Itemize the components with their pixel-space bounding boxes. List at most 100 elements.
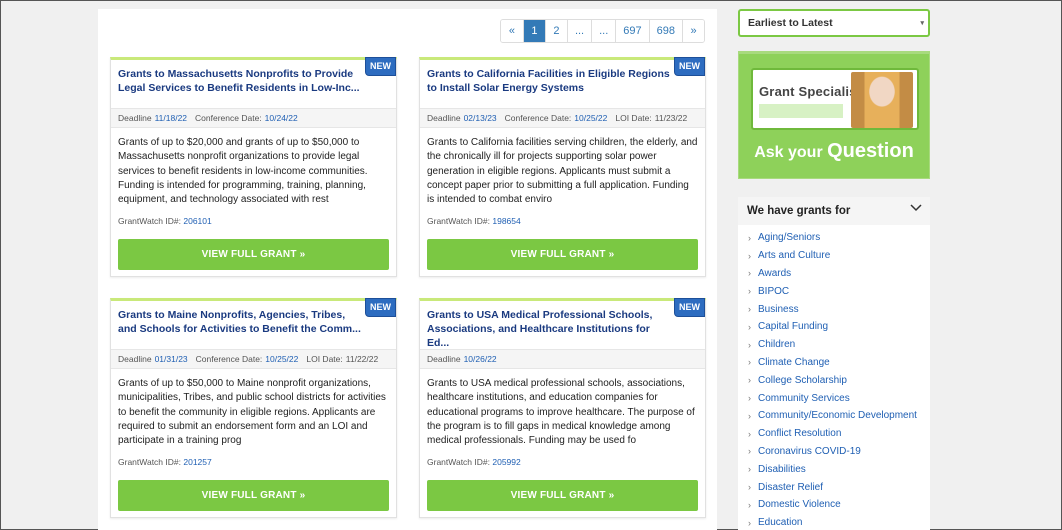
view-full-grant-button[interactable]: VIEW FULL GRANT » [118,480,389,511]
grant-title-link[interactable]: Grants to Maine Nonprofits, Agencies, Tr… [111,301,396,349]
chevron-right-icon: › [748,375,751,386]
deadline-label: Deadline [427,113,461,123]
pagination-page-2[interactable]: 2 [544,20,567,42]
category-label: Aging/Seniors [758,232,821,244]
chevron-right-icon: › [748,517,751,528]
category-label: Coronavirus COVID-19 [758,445,861,457]
category-link[interactable]: › Arts and Culture [738,247,930,265]
grant-title-link[interactable]: Grants to USA Medical Professional Schoo… [420,301,705,349]
chevron-right-icon: › [748,357,751,368]
category-link[interactable]: › Disabilities [738,460,930,478]
deadline-value: 02/13/23 [463,113,497,123]
category-label: Awards [758,267,792,279]
category-label: Business [758,303,799,315]
conference-label: Conference Date: [504,113,572,123]
grant-categories-header[interactable]: We have grants for [738,197,930,225]
category-link[interactable]: › Domestic Violence [738,496,930,514]
category-link[interactable]: › Conflict Resolution [738,425,930,443]
chevron-right-icon: › [748,482,751,493]
chevron-right-icon: › [748,268,751,279]
grant-card: NEW Grants to California Facilities in E… [419,57,706,277]
category-link[interactable]: › Capital Funding [738,318,930,336]
category-link[interactable]: › Disaster Relief [738,478,930,496]
new-badge: NEW [674,298,705,317]
chevron-right-icon: › [748,446,751,457]
chevron-down-icon [910,204,922,212]
cta-prefix: Ask your [754,144,823,161]
pagination-page-698[interactable]: 698 [648,20,682,42]
specialist-photo [851,72,913,128]
sort-order-select[interactable]: Earliest to Latest ▾ [738,9,930,37]
grantwatch-id-label: GrantWatch ID#: [118,216,181,226]
new-badge: NEW [365,57,396,76]
grantwatch-id-value: 198654 [492,216,521,226]
specialist-card: Grant Specialist [751,68,919,130]
category-link[interactable]: › Coronavirus COVID-19 [738,443,930,461]
loi-label: LOI Date: [615,113,652,123]
grant-card: NEW Grants to USA Medical Professional S… [419,298,706,518]
chevron-right-icon: › [748,286,751,297]
pagination-next[interactable]: » [682,20,704,42]
deadline-value: 01/31/23 [154,354,188,364]
grant-description: Grants to USA medical professional schoo… [427,378,695,447]
category-label: Children [758,339,796,351]
new-badge: NEW [365,298,396,317]
grant-dates: Deadline 02/13/23 Conference Date: 10/25… [420,108,705,128]
view-full-grant-button[interactable]: VIEW FULL GRANT » [118,239,389,270]
chevron-right-icon: › [748,393,751,404]
new-badge: NEW [674,57,705,76]
view-full-grant-button[interactable]: VIEW FULL GRANT » [427,480,698,511]
category-link[interactable]: › College Scholarship [738,371,930,389]
grant-title-link[interactable]: Grants to Massachusetts Nonprofits to Pr… [111,60,396,108]
conference-label: Conference Date: [195,354,263,364]
category-link[interactable]: › Business [738,300,930,318]
sort-order-value: Earliest to Latest [748,17,833,29]
category-link[interactable]: › Community/Economic Development [738,407,930,425]
sidebar: Earliest to Latest ▾ Grant Specialist As… [738,9,930,530]
grant-specialist-banner[interactable]: Grant Specialist Ask your Question [738,51,930,179]
pagination-page-1[interactable]: 1 [522,20,545,42]
grantwatch-id: GrantWatch ID#: 205992 [420,457,705,471]
category-link[interactable]: › BIPOC [738,282,930,300]
grant-categories-title: We have grants for [747,205,851,217]
category-label: Community/Economic Development [758,410,917,422]
category-link[interactable]: › Awards [738,265,930,283]
category-label: Capital Funding [758,321,829,333]
view-full-grant-button[interactable]: VIEW FULL GRANT » [427,239,698,270]
category-link[interactable]: › Education [738,514,930,530]
deadline-label: Deadline [118,113,152,123]
grant-title-link[interactable]: Grants to California Facilities in Eligi… [420,60,705,108]
pagination-page-697[interactable]: 697 [615,20,649,42]
conference-label: Conference Date: [195,113,262,123]
category-link[interactable]: › Climate Change [738,354,930,372]
specialist-name-box [759,104,843,118]
grantwatch-id-value: 201257 [183,457,212,467]
grantwatch-id-label: GrantWatch ID#: [118,457,181,467]
deadline-value: 11/18/22 [154,113,188,123]
pagination-ellipsis[interactable]: ... [591,20,616,42]
category-label: Arts and Culture [758,250,831,262]
grant-description: Grants to California facilities serving … [427,137,698,206]
category-link[interactable]: › Children [738,336,930,354]
grantwatch-id: GrantWatch ID#: 206101 [111,216,396,230]
category-label: Conflict Resolution [758,428,842,440]
grant-categories-panel: We have grants for › Aging/Seniors › Arts a… [738,197,930,530]
grantwatch-id: GrantWatch ID#: 198654 [420,216,705,230]
chevron-right-icon: › [748,410,751,421]
grant-dates: Deadline 01/31/23 Conference Date: 10/25… [111,349,396,369]
pagination-ellipsis[interactable]: ... [566,20,592,42]
chevron-right-icon: › [748,321,751,332]
grant-dates: Deadline 10/26/22 [420,349,705,369]
category-link[interactable]: › Community Services [738,389,930,407]
ask-question-cta: Ask your Question [739,140,929,163]
grant-card: NEW Grants to Maine Nonprofits, Agencies… [110,298,397,518]
pagination-prev[interactable]: « [500,20,523,42]
chevron-right-icon: › [748,464,751,475]
category-label: Disabilities [758,463,806,475]
conference-value: 10/25/22 [574,113,608,123]
category-link[interactable]: › Aging/Seniors [738,229,930,247]
grant-card: NEW Grants to Massachusetts Nonprofits t… [110,57,397,277]
category-label: Education [758,517,803,529]
deadline-label: Deadline [118,354,152,364]
chevron-right-icon: › [748,232,751,243]
